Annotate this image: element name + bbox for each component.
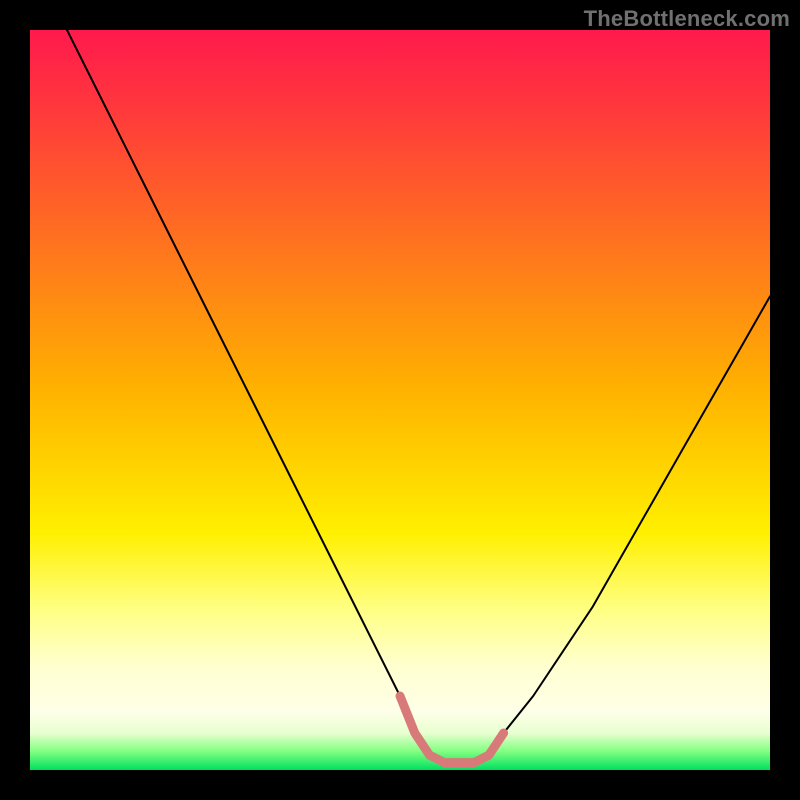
optimal-range-marker [400,696,504,763]
chart-curve-layer [30,30,770,770]
watermark-text: TheBottleneck.com [584,6,790,32]
bottleneck-curve [67,30,770,763]
chart-container: TheBottleneck.com [0,0,800,800]
plot-area [30,30,770,770]
